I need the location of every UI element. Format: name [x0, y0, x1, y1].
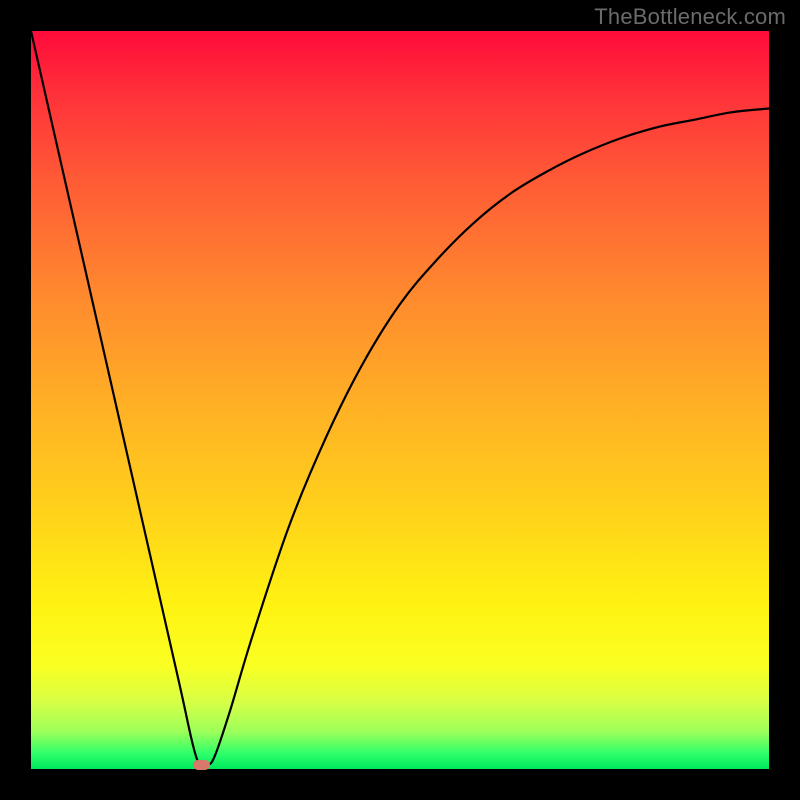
chart-frame: TheBottleneck.com	[0, 0, 800, 800]
watermark-text: TheBottleneck.com	[594, 4, 786, 30]
curve-svg	[31, 31, 769, 769]
bottleneck-curve	[31, 31, 769, 767]
plot-area	[31, 31, 769, 769]
min-marker	[193, 760, 210, 770]
